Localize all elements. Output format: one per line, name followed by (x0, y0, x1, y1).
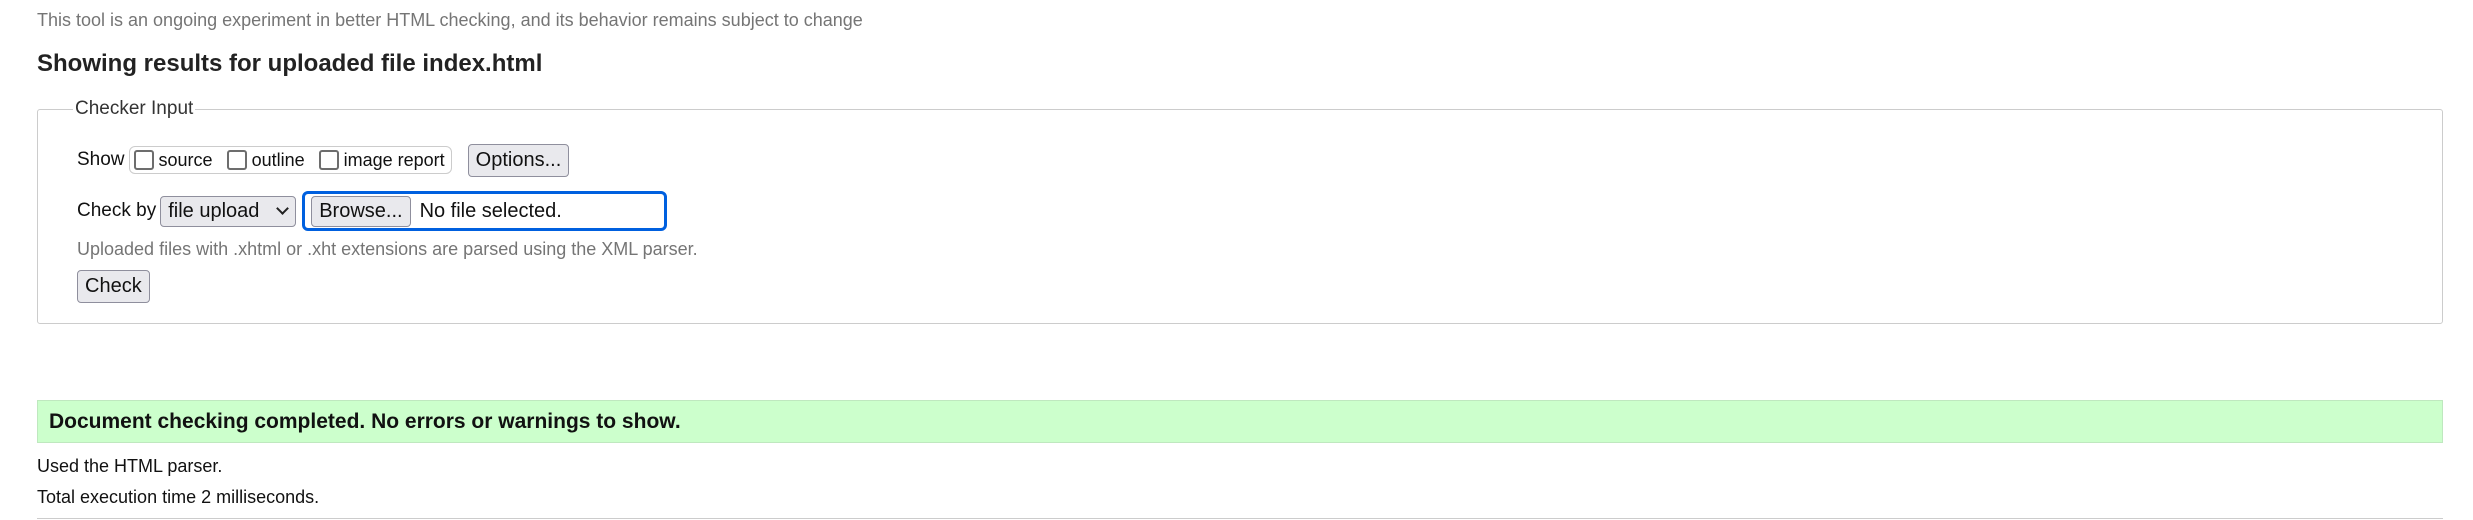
parser-info: Used the HTML parser. (37, 456, 223, 476)
options-button[interactable]: Options... (467, 143, 570, 177)
execution-time: Total execution time 2 milliseconds. (37, 487, 320, 507)
check-by-selected-value: file upload (168, 199, 260, 222)
image-report-label: image report (343, 149, 445, 170)
outline-label: outline (251, 149, 305, 170)
chevron-down-icon (276, 202, 290, 215)
xml-parser-hint: Uploaded files with .xhtml or .xht exten… (77, 239, 698, 259)
check-button-container: Check (77, 270, 150, 303)
show-image-report-option[interactable]: image report (318, 149, 445, 171)
show-outline-option[interactable]: outline (226, 149, 305, 171)
check-button[interactable]: Check (77, 270, 150, 303)
show-source-option[interactable]: source (133, 149, 213, 171)
file-status-text: No file selected. (419, 199, 562, 222)
browse-button[interactable]: Browse... (311, 195, 411, 227)
checker-input-legend: Checker Input (73, 98, 196, 120)
source-label: source (158, 149, 213, 170)
image-report-checkbox[interactable] (318, 150, 339, 170)
success-message: Document checking completed. No errors o… (37, 400, 2443, 443)
check-by-row: Check by file upload Browse... No file s… (77, 191, 668, 231)
show-label: Show (77, 149, 125, 170)
check-by-label: Check by (77, 200, 157, 221)
page-title: Showing results for uploaded file index.… (37, 50, 543, 77)
check-by-select[interactable]: file upload (160, 195, 297, 227)
source-checkbox[interactable] (133, 150, 154, 170)
experiment-note: This tool is an ongoing experiment in be… (37, 10, 863, 30)
show-options-group: source outline image report (128, 146, 452, 174)
show-row: Show source outline image report Options… (77, 143, 570, 177)
divider (37, 518, 2443, 519)
outline-checkbox[interactable] (226, 150, 247, 170)
file-upload-input[interactable]: Browse... No file selected. (302, 191, 668, 231)
